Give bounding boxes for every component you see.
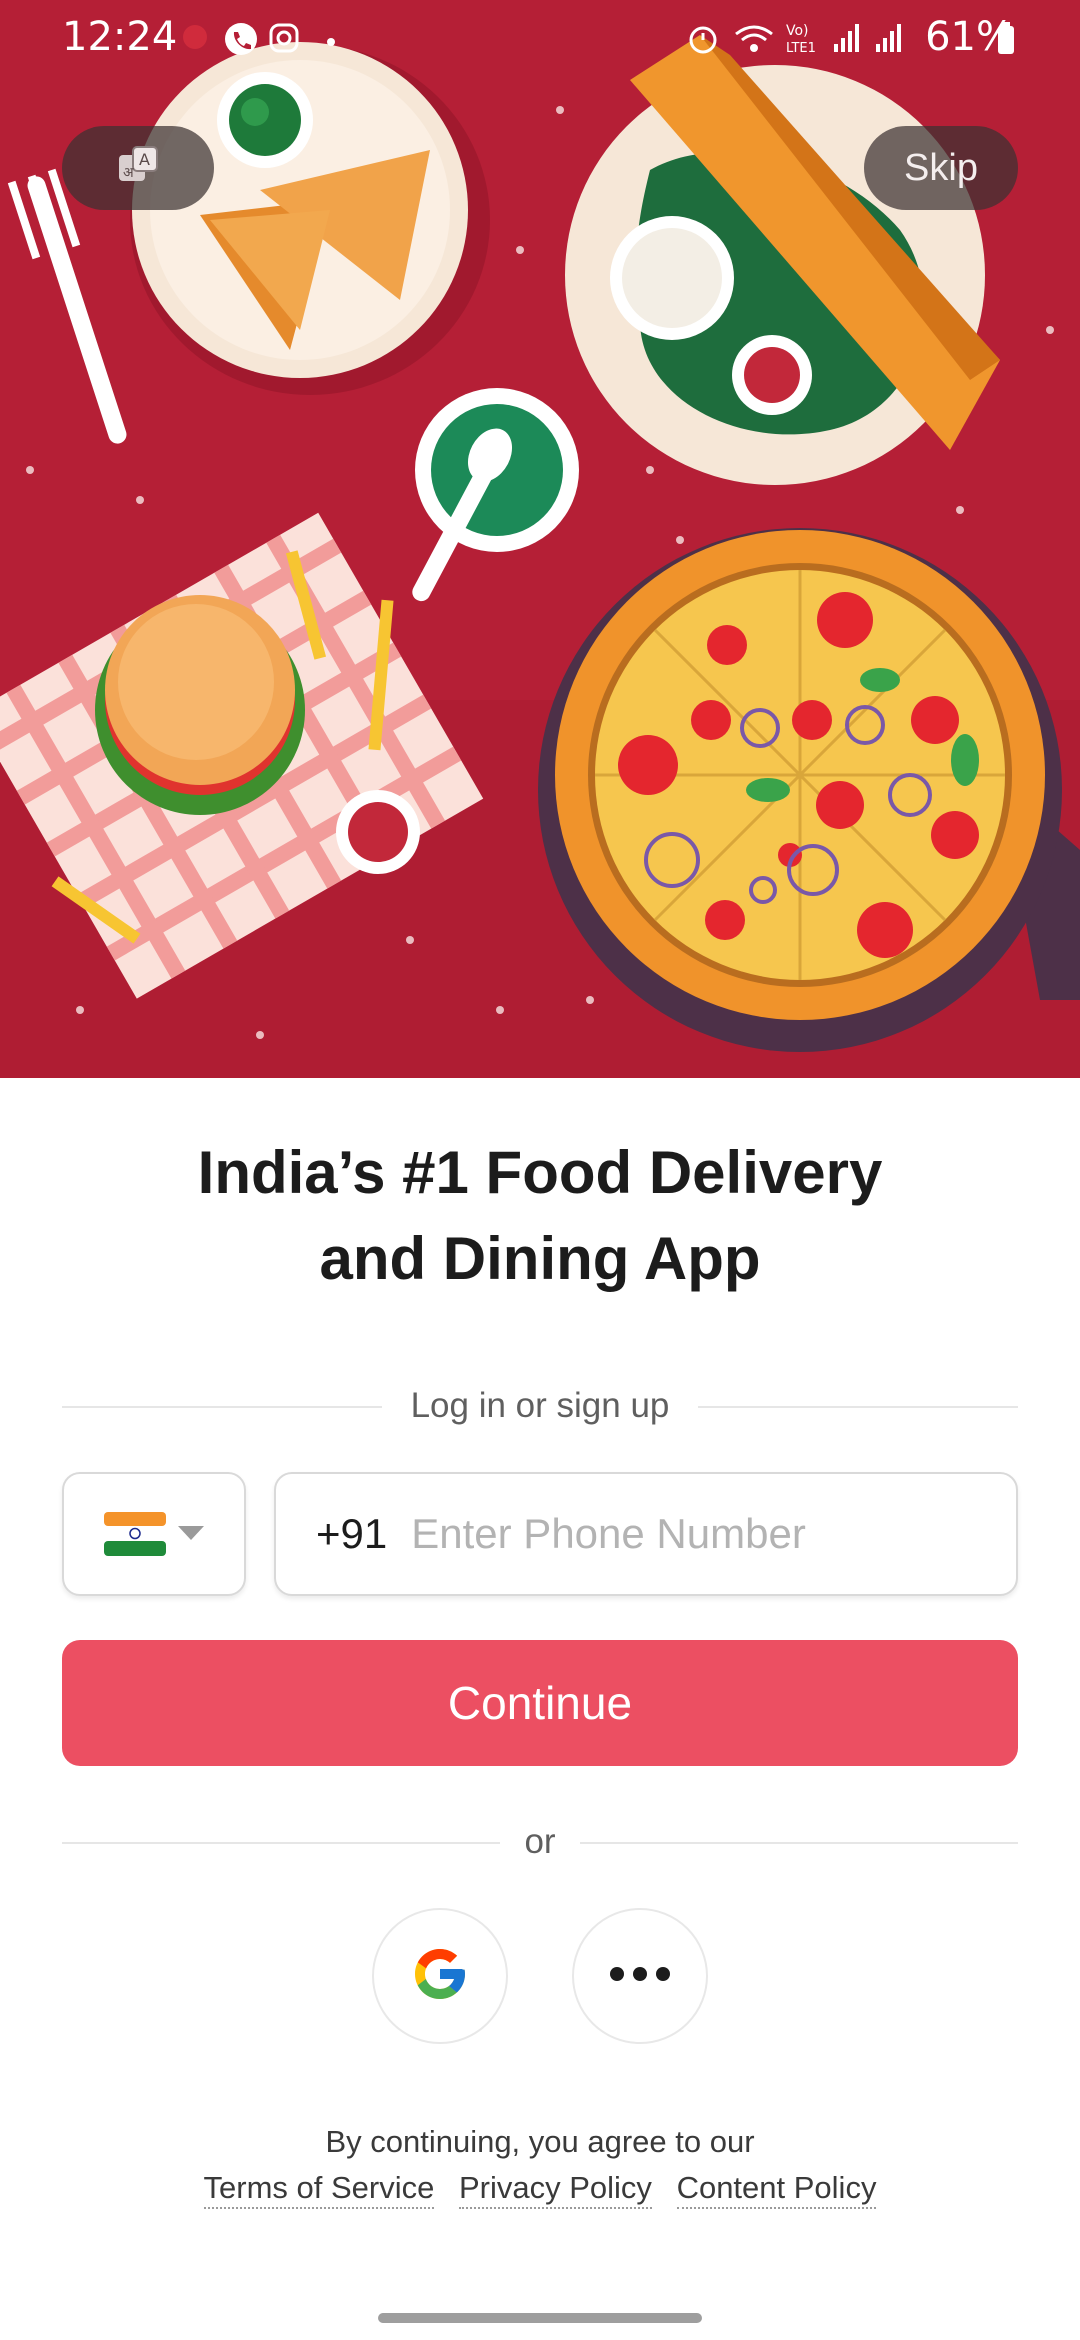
instagram-icon	[268, 22, 300, 59]
svg-text:Vo): Vo)	[786, 23, 809, 39]
google-login-button[interactable]	[372, 1908, 508, 2044]
alarm-icon	[686, 22, 720, 61]
svg-text:A: A	[139, 150, 150, 169]
battery-icon	[996, 22, 1016, 61]
title-line-2: and Dining App	[319, 1225, 761, 1292]
skip-button[interactable]: Skip	[864, 126, 1018, 210]
status-time: 12:24	[62, 14, 178, 60]
home-indicator[interactable]	[378, 2313, 702, 2323]
phone-call-icon	[224, 22, 258, 61]
more-notifications-dot-icon	[326, 34, 336, 52]
signal-strength-icon-2	[874, 22, 904, 59]
signal-strength-icon-1	[832, 22, 862, 59]
content-policy-link[interactable]: Content Policy	[676, 2170, 877, 2209]
privacy-policy-link[interactable]: Privacy Policy	[459, 2170, 652, 2209]
more-login-options-button[interactable]	[572, 1908, 708, 2044]
country-code: +91	[316, 1510, 388, 1557]
more-options-icon	[609, 1966, 671, 1987]
phone-number-input[interactable]	[409, 1509, 974, 1559]
terms-of-service-link[interactable]: Terms of Service	[203, 2170, 435, 2209]
volte-icon: Vo) LTE1	[784, 20, 824, 61]
status-bar: 12:24 Vo) LTE1 61%	[0, 0, 1080, 80]
policy-links: Terms of Service Privacy Policy Content …	[0, 2170, 1080, 2209]
title-line-1: India’s #1 Food Delivery	[197, 1139, 883, 1206]
notification-icon	[180, 22, 210, 57]
terms-agreement-text: By continuing, you agree to our	[325, 2124, 755, 2159]
svg-text:LTE1: LTE1	[786, 41, 816, 56]
language-button[interactable]: A अ	[62, 126, 214, 210]
wifi-icon	[734, 22, 774, 61]
phone-number-field[interactable]: +91	[274, 1472, 1018, 1596]
login-divider: Log in or sign up	[62, 1386, 1018, 1426]
india-flag-icon	[104, 1512, 166, 1561]
chevron-down-icon	[178, 1526, 204, 1547]
or-label: or	[502, 1822, 578, 1861]
svg-text:अ: अ	[123, 165, 134, 181]
google-icon	[410, 1944, 470, 2009]
or-divider: or	[62, 1822, 1018, 1862]
continue-button[interactable]: Continue	[62, 1640, 1018, 1766]
country-selector[interactable]	[62, 1472, 246, 1596]
page-title: India’s #1 Food Delivery and Dining App	[0, 1130, 1080, 1302]
translate-icon: A अ	[115, 143, 161, 194]
login-divider-label: Log in or sign up	[388, 1386, 692, 1425]
